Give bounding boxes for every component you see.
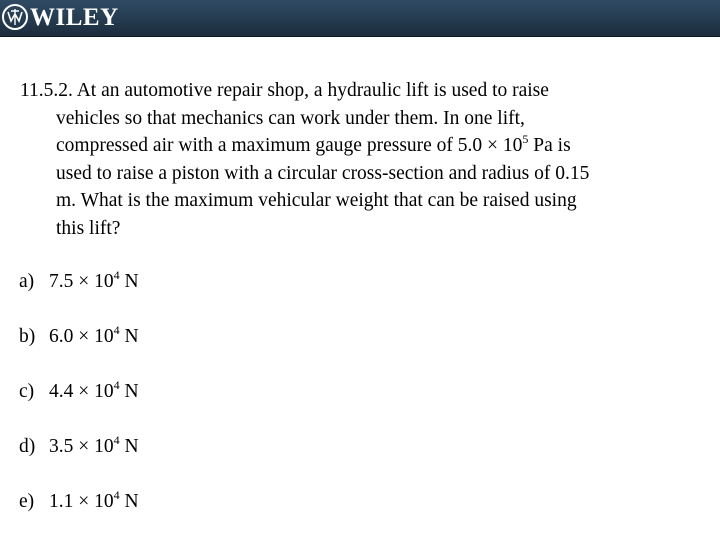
question-line-6: this lift?: [56, 217, 121, 239]
wiley-logo-icon: [2, 4, 28, 30]
question-line-2: vehicles so that mechanics can work unde…: [56, 107, 525, 129]
header-banner: WILEY: [0, 0, 720, 37]
question-number: 11.5.2.: [20, 80, 73, 101]
brand-name: WILEY: [30, 3, 119, 31]
option-a[interactable]: a) 7.5 × 104 N: [19, 269, 139, 293]
question-line-3: compressed air with a maximum gauge pres…: [56, 132, 571, 157]
option-e[interactable]: e) 1.1 × 104 N: [19, 489, 139, 513]
question-line-1: 11.5.2. At an automotive repair shop, a …: [20, 80, 549, 101]
question-line-4: used to raise a piston with a circular c…: [56, 162, 590, 184]
question-line-5: m. What is the maximum vehicular weight …: [56, 190, 577, 212]
option-b[interactable]: b) 6.0 × 104 N: [19, 324, 139, 348]
question-text: 11.5.2. At an automotive repair shop, a …: [20, 77, 700, 243]
option-c[interactable]: c) 4.4 × 104 N: [19, 379, 139, 403]
option-d[interactable]: d) 3.5 × 104 N: [19, 434, 139, 458]
wiley-logo: WILEY: [2, 1, 119, 33]
